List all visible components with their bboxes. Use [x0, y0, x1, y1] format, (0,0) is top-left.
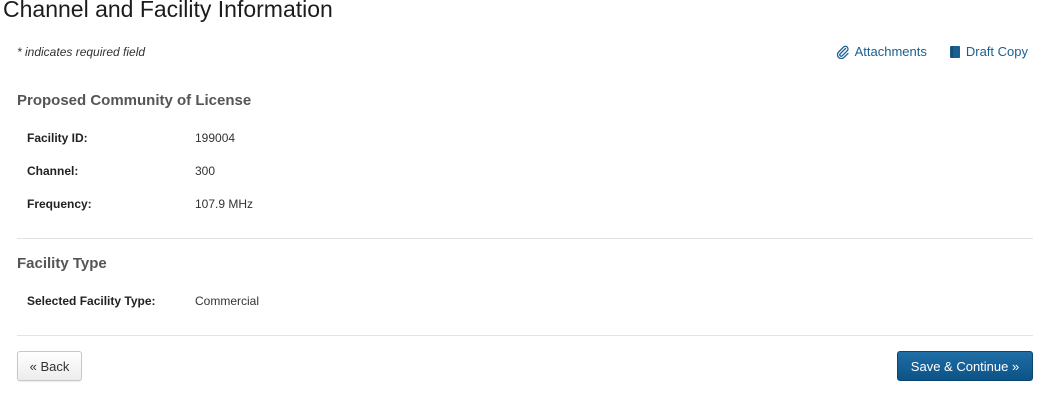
channel-value: 300: [195, 164, 216, 178]
facility-id-value: 199004: [195, 131, 236, 145]
book-icon: [949, 45, 961, 59]
page-title: Channel and Facility Information: [3, 0, 333, 22]
frequency-value: 107.9 MHz: [195, 197, 254, 211]
footer-divider: [17, 335, 1033, 336]
community-section-title: Proposed Community of License: [17, 92, 252, 109]
attachments-label: Attachments: [854, 44, 927, 59]
top-links: Attachments Draft Copy: [836, 44, 1028, 59]
facility-type-section-title: Facility Type: [17, 255, 107, 272]
required-field-note: * indicates required field: [17, 45, 146, 59]
selected-facility-type-label: Selected Facility Type:: [27, 294, 156, 308]
draft-copy-label: Draft Copy: [965, 44, 1028, 59]
facility-id-label: Facility ID:: [27, 131, 88, 145]
page: Channel and Facility Information * indic…: [0, 0, 1049, 409]
back-button[interactable]: « Back: [17, 351, 82, 381]
frequency-label: Frequency:: [27, 197, 92, 211]
section-divider: [17, 238, 1033, 239]
draft-copy-link[interactable]: Draft Copy: [949, 44, 1028, 59]
attachments-link[interactable]: Attachments: [836, 44, 927, 59]
save-continue-button[interactable]: Save & Continue »: [897, 351, 1033, 381]
paperclip-icon: [836, 45, 850, 59]
selected-facility-type-value: Commercial: [195, 294, 260, 308]
channel-label: Channel:: [27, 164, 79, 178]
